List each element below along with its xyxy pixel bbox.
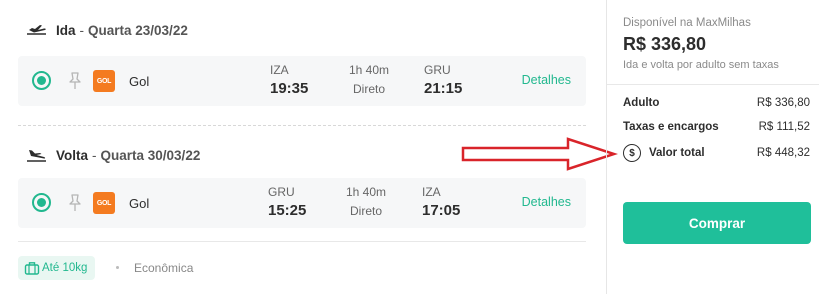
inbound-header: Volta - Quarta 30/03/22 [26, 147, 200, 163]
airline-logo: GOL [93, 70, 115, 92]
adult-value: R$ 336,80 [756, 97, 810, 109]
bullet-dot [116, 266, 119, 269]
price-note: Ida e volta por adulto sem taxas [623, 59, 779, 71]
inbound-date: Quarta 30/03/22 [100, 147, 201, 163]
suitcase-icon [24, 262, 40, 275]
airline-logo: GOL [93, 192, 115, 214]
arrival-time: 21:15 [424, 80, 463, 97]
outbound-header: Ida - Quarta 23/03/22 [26, 22, 188, 38]
baggage-label: Até 10kg [42, 262, 88, 274]
inbound-separator: - [92, 147, 97, 163]
section-divider [18, 241, 586, 242]
inbound-departure: GRU 15:25 [268, 185, 306, 219]
outbound-details-link[interactable]: Detalhes [522, 73, 571, 87]
outbound-direction: Ida [56, 22, 76, 38]
annotation-arrow-icon [461, 137, 618, 171]
money-icon: $ [623, 144, 641, 162]
airline-name: Gol [129, 196, 150, 211]
inbound-duration: 1h 40m Direto [341, 185, 391, 218]
origin-code: IZA [270, 63, 289, 77]
baggage-badge: Até 10kg [18, 256, 96, 280]
departure-time: 19:35 [270, 80, 309, 97]
pin-icon[interactable] [67, 72, 83, 90]
inbound-arrival: IZA 17:05 [422, 185, 460, 219]
inbound-flight-card[interactable]: GOL Gol GRU 15:25 1h 40m Direto IZA 17:0… [18, 178, 586, 228]
outbound-date: Quarta 23/03/22 [88, 22, 188, 38]
outbound-separator: - [79, 22, 85, 38]
arrival-time: 17:05 [422, 202, 461, 219]
taxes-label: Taxas e encargos [623, 121, 719, 133]
airline-name: Gol [129, 74, 150, 89]
outbound-flight-card[interactable]: GOL Gol IZA 19:35 1h 40m Direto GRU 21:1… [18, 56, 586, 106]
outbound-departure: IZA 19:35 [270, 63, 308, 97]
taxes-value: R$ 111,52 [758, 121, 810, 133]
stops: Direto [352, 82, 385, 96]
origin-code: GRU [268, 185, 295, 199]
total-value: R$ 448,32 [756, 147, 810, 159]
dest-code: IZA [422, 185, 441, 199]
departure-time: 15:25 [268, 202, 307, 219]
outbound-duration: 1h 40m Direto [344, 63, 394, 96]
summary-divider [607, 84, 819, 85]
inbound-details-link[interactable]: Detalhes [522, 195, 571, 209]
dest-code: GRU [424, 63, 451, 77]
stops: Direto [349, 204, 382, 218]
cabin-class: Econômica [134, 261, 194, 275]
landing-plane-icon [27, 150, 46, 162]
outbound-arrival: GRU 21:15 [424, 63, 462, 97]
price: R$ 336,80 [623, 34, 707, 54]
availability-text: Disponível na MaxMilhas [623, 17, 751, 29]
duration: 1h 40m [348, 63, 390, 77]
inbound-direction: Volta [56, 147, 89, 163]
pin-icon[interactable] [67, 194, 83, 212]
buy-button[interactable]: Comprar [623, 202, 811, 244]
takeoff-plane-icon [27, 25, 46, 35]
leg-divider [18, 125, 586, 126]
duration: 1h 40m [345, 185, 387, 199]
price-summary-panel: Disponível na MaxMilhas R$ 336,80 Ida e … [606, 0, 819, 294]
adult-label: Adulto [623, 97, 660, 109]
inbound-select-radio[interactable] [32, 193, 51, 212]
outbound-select-radio[interactable] [32, 71, 51, 90]
total-label: Valor total [649, 147, 705, 159]
